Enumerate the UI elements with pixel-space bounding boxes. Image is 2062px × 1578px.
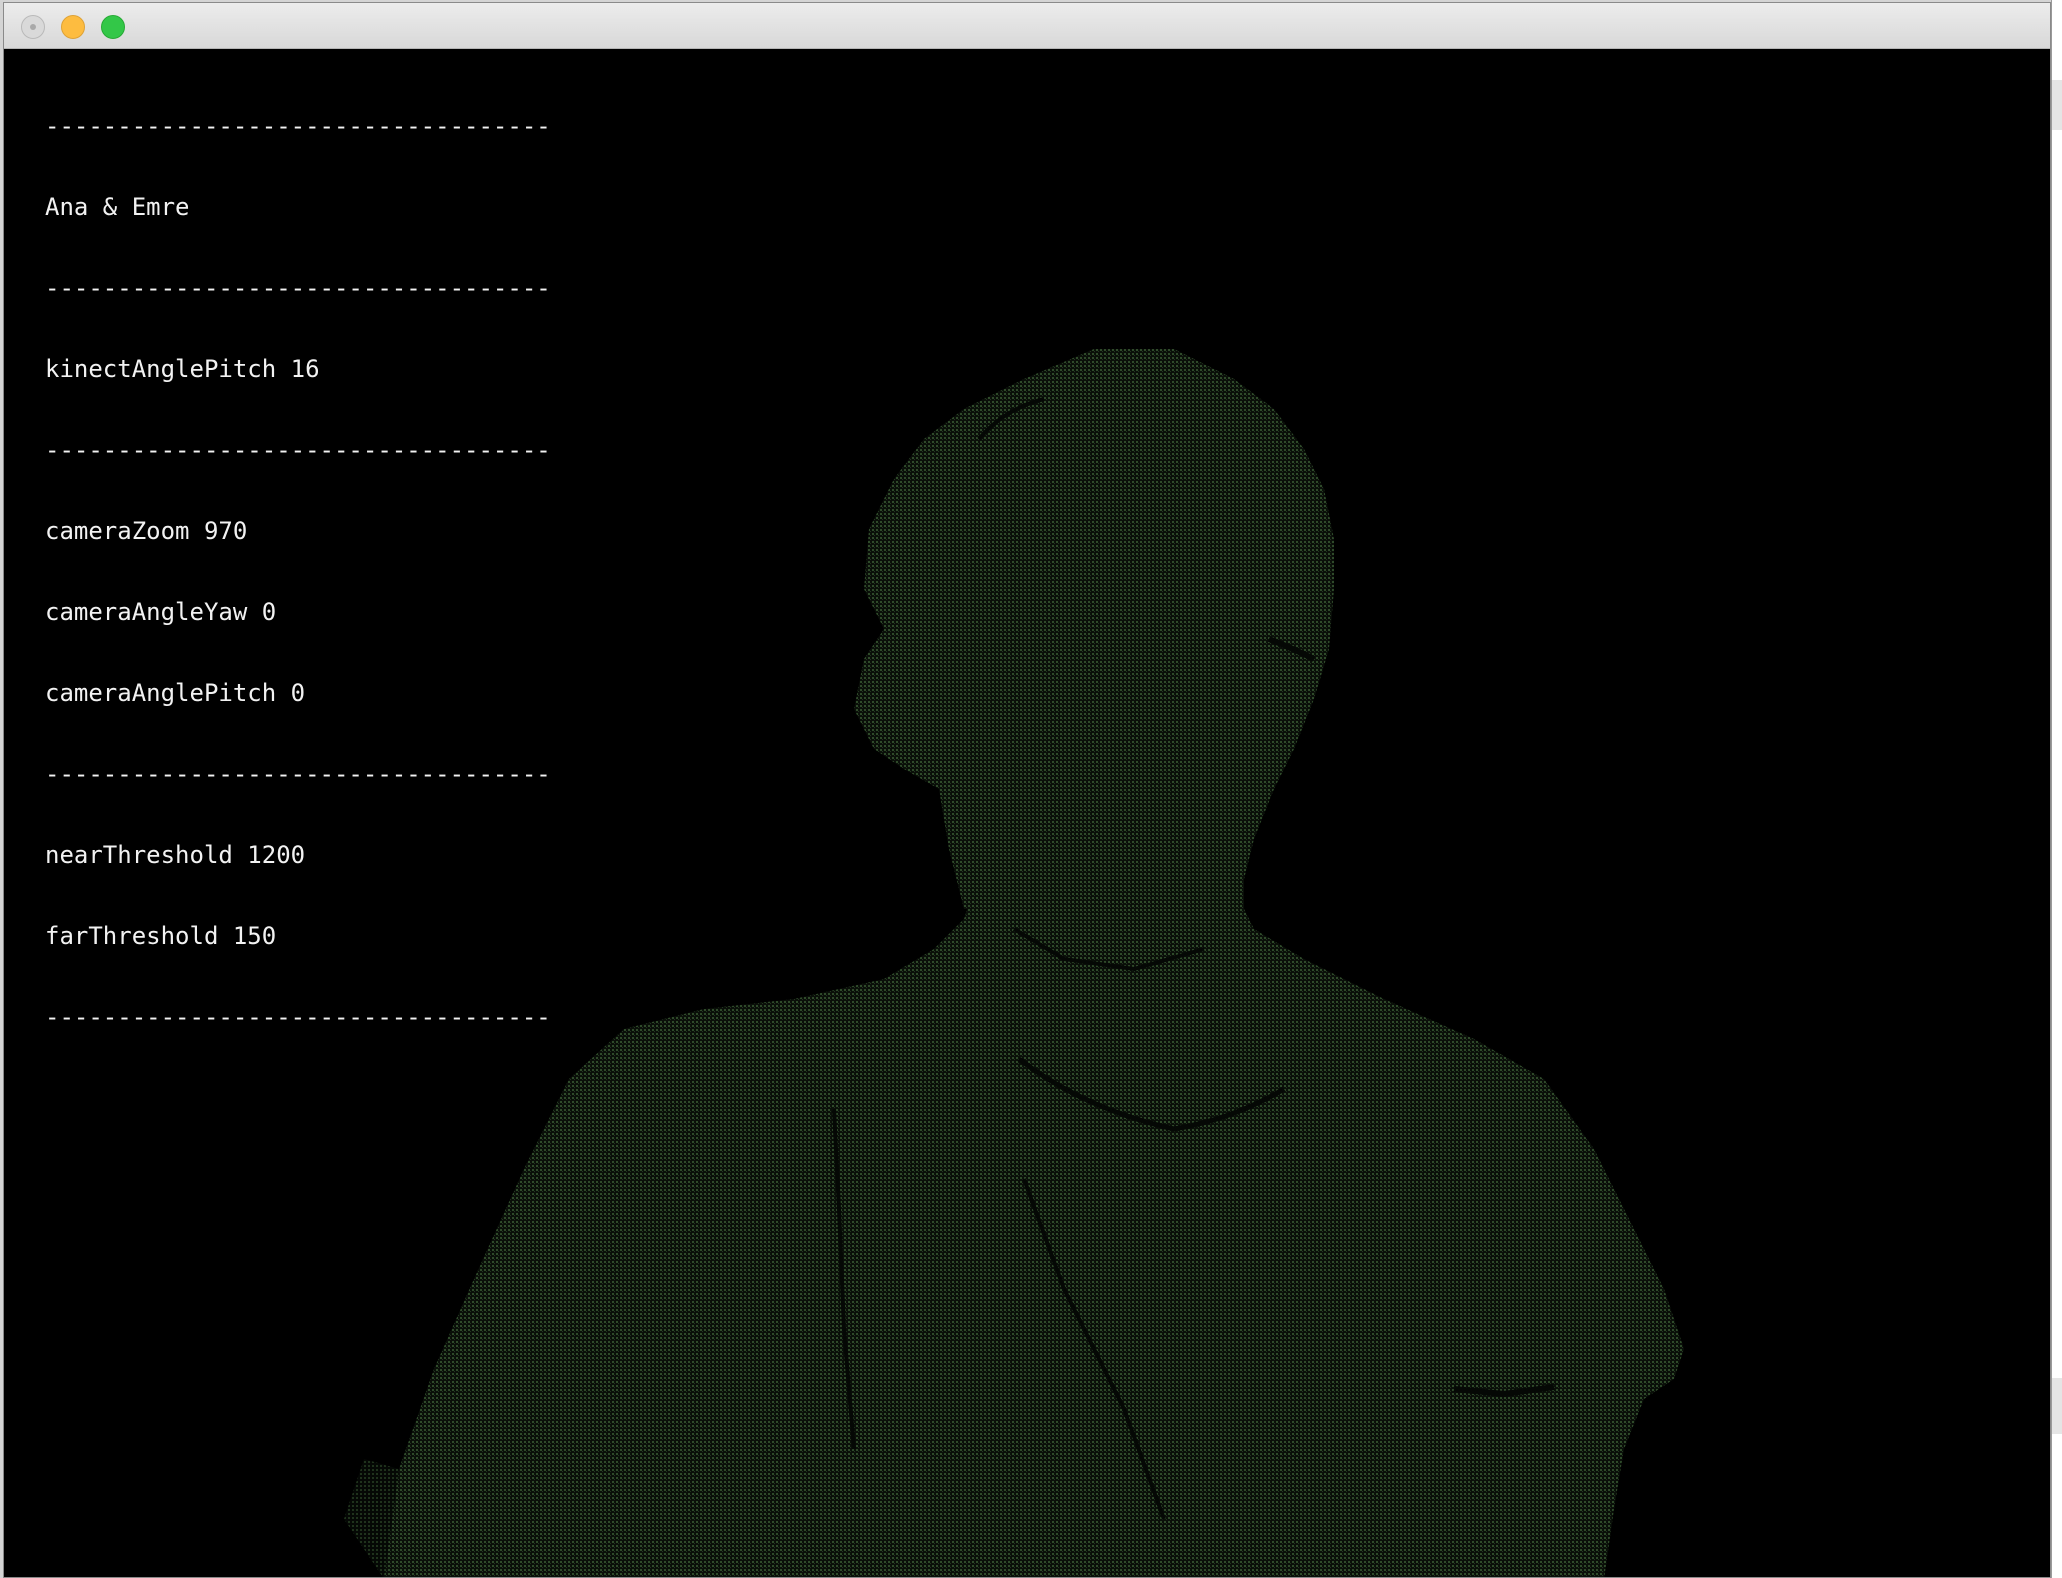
separator: ----------------------------------- — [45, 1004, 551, 1031]
camera-angle-pitch: cameraAnglePitch 0 — [45, 679, 306, 707]
kinect-angle-pitch: kinectAnglePitch 16 — [45, 355, 320, 383]
app-window: ----------------------------------- Ana … — [3, 2, 2051, 1578]
debug-overlay: ----------------------------------- Ana … — [45, 59, 551, 1085]
separator: ----------------------------------- — [45, 437, 551, 464]
maximize-button[interactable] — [101, 15, 125, 39]
far-threshold: farThreshold 150 — [45, 922, 277, 950]
near-threshold: nearThreshold 1200 — [45, 841, 306, 869]
separator: ----------------------------------- — [45, 761, 551, 788]
background-window-edge — [2051, 0, 2062, 1578]
app-title: Ana & Emre — [45, 193, 190, 221]
title-bar[interactable] — [4, 3, 2050, 49]
separator: ----------------------------------- — [45, 113, 551, 140]
camera-angle-yaw: cameraAngleYaw 0 — [45, 598, 277, 626]
minimize-button[interactable] — [61, 15, 85, 39]
close-button[interactable] — [21, 15, 45, 39]
render-canvas[interactable]: ----------------------------------- Ana … — [4, 49, 2050, 1577]
camera-zoom: cameraZoom 970 — [45, 517, 248, 545]
torso-silhouette — [384, 889, 1684, 1577]
separator: ----------------------------------- — [45, 275, 551, 302]
head-silhouette — [854, 349, 1334, 909]
